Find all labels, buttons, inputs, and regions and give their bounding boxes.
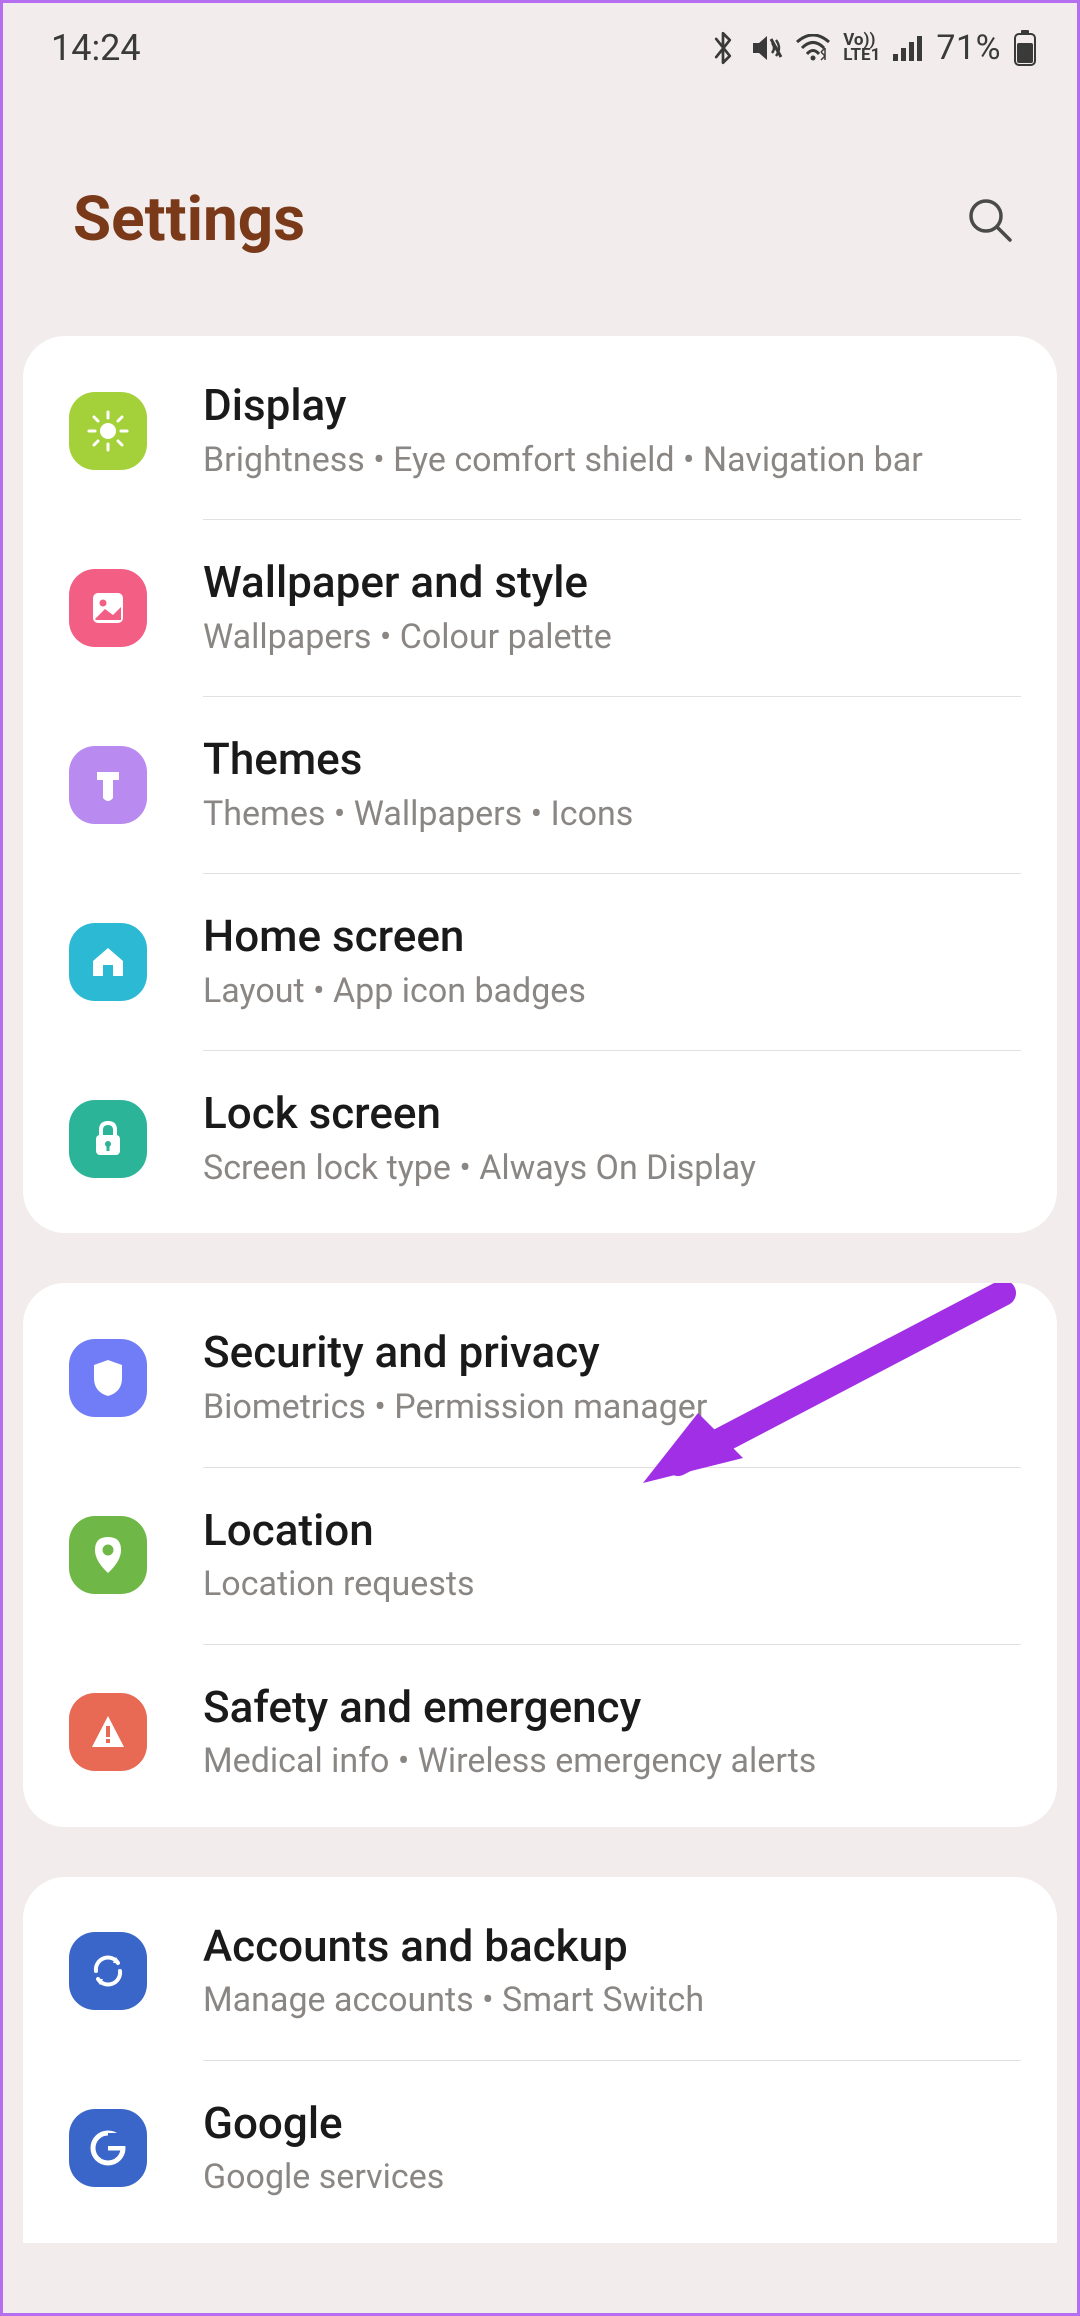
settings-item-subtitle: Brightness • Eye comfort shield • Naviga… bbox=[203, 439, 1021, 482]
status-bar: 14:24 Vo))LTE1 71% bbox=[3, 3, 1077, 93]
settings-item-security-privacy[interactable]: Security and privacy Biometrics • Permis… bbox=[23, 1289, 1057, 1466]
page-header: Settings bbox=[3, 93, 1077, 336]
page-title: Settings bbox=[73, 183, 305, 256]
battery-icon bbox=[1013, 30, 1037, 66]
settings-item-google[interactable]: Google Google services bbox=[23, 2060, 1057, 2237]
settings-item-subtitle: Biometrics • Permission manager bbox=[203, 1386, 1021, 1429]
settings-item-safety-emergency[interactable]: Safety and emergency Medical info • Wire… bbox=[23, 1644, 1057, 1821]
settings-item-subtitle: Layout • App icon badges bbox=[203, 970, 1021, 1013]
status-time: 14:24 bbox=[51, 27, 141, 69]
settings-item-title: Security and privacy bbox=[203, 1327, 1021, 1378]
settings-item-title: Google bbox=[203, 2098, 1021, 2149]
settings-item-title: Home screen bbox=[203, 911, 1021, 962]
settings-item-display[interactable]: Display Brightness • Eye comfort shield … bbox=[23, 342, 1057, 519]
settings-item-location[interactable]: Location Location requests bbox=[23, 1467, 1057, 1644]
settings-group-accounts: Accounts and backup Manage accounts • Sm… bbox=[23, 1877, 1057, 2243]
shield-icon bbox=[69, 1339, 147, 1417]
battery-percent: 71% bbox=[936, 28, 1001, 68]
wallpaper-icon bbox=[69, 569, 147, 647]
sync-icon bbox=[69, 1932, 147, 2010]
wifi-icon bbox=[795, 34, 831, 62]
home-icon bbox=[69, 923, 147, 1001]
location-icon bbox=[69, 1516, 147, 1594]
bluetooth-icon bbox=[709, 31, 737, 65]
brightness-icon bbox=[69, 392, 147, 470]
settings-item-themes[interactable]: Themes Themes • Wallpapers • Icons bbox=[23, 696, 1057, 873]
settings-item-subtitle: Screen lock type • Always On Display bbox=[203, 1147, 1021, 1190]
settings-item-subtitle: Manage accounts • Smart Switch bbox=[203, 1979, 1021, 2022]
settings-item-title: Display bbox=[203, 380, 1021, 431]
settings-item-title: Lock screen bbox=[203, 1088, 1021, 1139]
search-button[interactable] bbox=[958, 188, 1022, 252]
lock-icon bbox=[69, 1100, 147, 1178]
status-icons: Vo))LTE1 71% bbox=[709, 28, 1037, 68]
settings-item-title: Accounts and backup bbox=[203, 1921, 1021, 1972]
search-icon bbox=[964, 194, 1016, 246]
settings-item-subtitle: Themes • Wallpapers • Icons bbox=[203, 793, 1021, 836]
signal-icon bbox=[892, 34, 924, 62]
settings-item-wallpaper[interactable]: Wallpaper and style Wallpapers • Colour … bbox=[23, 519, 1057, 696]
mute-icon bbox=[749, 32, 783, 64]
settings-item-title: Location bbox=[203, 1505, 1021, 1556]
settings-item-accounts-backup[interactable]: Accounts and backup Manage accounts • Sm… bbox=[23, 1883, 1057, 2060]
settings-item-home-screen[interactable]: Home screen Layout • App icon badges bbox=[23, 873, 1057, 1050]
settings-item-subtitle: Google services bbox=[203, 2156, 1021, 2199]
settings-item-title: Safety and emergency bbox=[203, 1682, 1021, 1733]
safety-icon bbox=[69, 1693, 147, 1771]
volte-icon: Vo))LTE1 bbox=[843, 33, 880, 64]
settings-item-title: Wallpaper and style bbox=[203, 557, 1021, 608]
settings-item-subtitle: Medical info • Wireless emergency alerts bbox=[203, 1740, 1021, 1783]
settings-item-subtitle: Wallpapers • Colour palette bbox=[203, 616, 1021, 659]
themes-icon bbox=[69, 746, 147, 824]
settings-group-security: Security and privacy Biometrics • Permis… bbox=[23, 1283, 1057, 1826]
settings-item-lock-screen[interactable]: Lock screen Screen lock type • Always On… bbox=[23, 1050, 1057, 1227]
google-icon bbox=[69, 2109, 147, 2187]
settings-group-display: Display Brightness • Eye comfort shield … bbox=[23, 336, 1057, 1233]
settings-item-subtitle: Location requests bbox=[203, 1563, 1021, 1606]
settings-item-title: Themes bbox=[203, 734, 1021, 785]
